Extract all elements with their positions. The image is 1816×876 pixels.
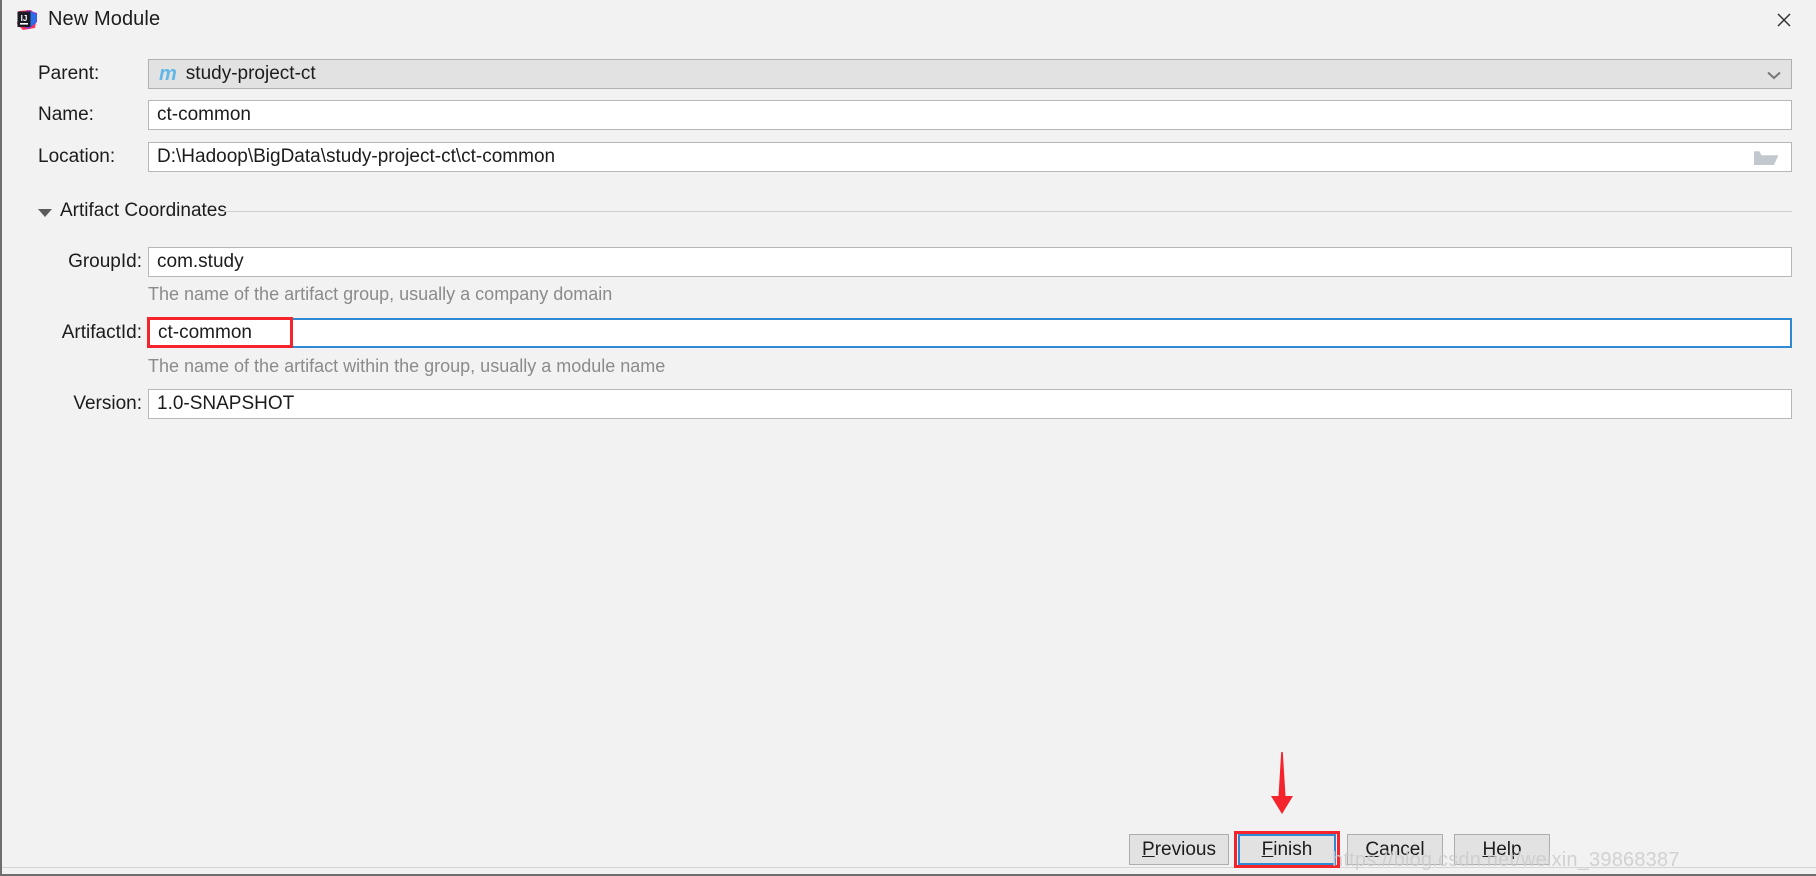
name-row: Name: ct-common bbox=[2, 100, 1792, 130]
folder-open-icon[interactable] bbox=[1753, 148, 1779, 171]
section-divider bbox=[221, 211, 1792, 212]
chevron-down-icon[interactable] bbox=[1767, 60, 1781, 88]
location-input[interactable]: D:\Hadoop\BigData\study-project-ct\ct-co… bbox=[148, 142, 1792, 172]
version-label: Version: bbox=[73, 393, 142, 414]
triangle-down-icon[interactable] bbox=[38, 205, 52, 223]
groupid-hint: The name of the artifact group, usually … bbox=[148, 284, 613, 304]
location-value: D:\Hadoop\BigData\study-project-ct\ct-co… bbox=[157, 146, 556, 167]
location-row: Location: D:\Hadoop\BigData\study-projec… bbox=[2, 142, 1792, 172]
artifact-coordinates-section-header[interactable]: Artifact Coordinates bbox=[2, 198, 1816, 224]
previous-button[interactable]: Previous bbox=[1129, 834, 1229, 865]
parent-row: Parent: m study-project-ct bbox=[2, 59, 1792, 89]
version-row: Version: 1.0-SNAPSHOT bbox=[2, 389, 1792, 419]
parent-combobox[interactable]: m study-project-ct bbox=[148, 59, 1792, 89]
name-label: Name: bbox=[38, 104, 94, 125]
finish-button[interactable]: Finish bbox=[1238, 834, 1336, 865]
intellij-idea-icon: IJ bbox=[16, 9, 38, 31]
new-module-dialog: IJ New Module Parent: m study-project-ct… bbox=[0, 0, 1816, 876]
window-title: New Module bbox=[48, 8, 161, 30]
groupid-input[interactable]: com.study bbox=[148, 247, 1792, 277]
artifactid-label: ArtifactId: bbox=[61, 322, 142, 343]
maven-module-icon: m bbox=[159, 63, 177, 85]
finish-button-label: Finish bbox=[1261, 838, 1313, 860]
section-title: Artifact Coordinates bbox=[60, 200, 227, 221]
title-bar: IJ New Module bbox=[2, 0, 1816, 40]
version-input[interactable]: 1.0-SNAPSHOT bbox=[148, 389, 1792, 419]
name-input[interactable]: ct-common bbox=[148, 100, 1792, 130]
help-button-label: Help bbox=[1482, 838, 1522, 860]
location-label: Location: bbox=[38, 146, 116, 167]
button-bar-divider bbox=[2, 867, 1816, 868]
groupid-label: GroupId: bbox=[68, 251, 142, 272]
cancel-button-label: Cancel bbox=[1365, 838, 1425, 860]
previous-button-label: Previous bbox=[1142, 838, 1216, 860]
close-icon[interactable] bbox=[1752, 0, 1816, 40]
groupid-row: GroupId: com.study bbox=[2, 247, 1792, 277]
svg-text:IJ: IJ bbox=[21, 14, 28, 23]
parent-label: Parent: bbox=[38, 63, 100, 84]
cancel-button[interactable]: Cancel bbox=[1347, 834, 1443, 865]
artifactid-row: ArtifactId: ct-common bbox=[2, 318, 1792, 348]
help-button[interactable]: Help bbox=[1454, 834, 1550, 865]
parent-value: study-project-ct bbox=[185, 63, 316, 84]
artifactid-hint: The name of the artifact within the grou… bbox=[148, 356, 666, 376]
artifactid-input[interactable]: ct-common bbox=[148, 318, 1792, 348]
